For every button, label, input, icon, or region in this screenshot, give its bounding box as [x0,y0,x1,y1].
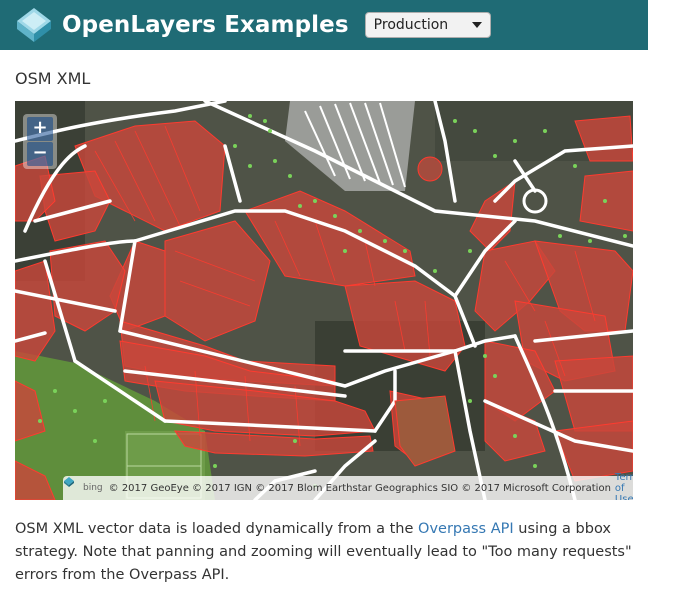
satellite-map-canvas[interactable] [15,101,633,500]
caret-down-icon [471,22,482,28]
page-title: OSM XML [15,69,91,88]
attribution-text: © 2017 GeoEye © 2017 IGN © 2017 Blom Ear… [108,482,611,494]
version-select[interactable]: Production [364,12,491,38]
zoom-out-button[interactable]: − [27,142,53,166]
map-viewport[interactable]: + − bing © 2017 GeoEye © 2017 IGN © 2017… [15,101,633,500]
top-navbar: OpenLayers Examples Production [0,0,648,50]
map-attribution: bing © 2017 GeoEye © 2017 IGN © 2017 Blo… [63,472,633,500]
zoom-in-button[interactable]: + [27,117,53,141]
overpass-api-link[interactable]: Overpass API [418,521,514,537]
example-description: OSM XML vector data is loaded dynamicall… [15,518,635,587]
bing-logo-icon: bing [83,483,103,493]
openlayers-logo-icon[interactable] [14,5,54,45]
description-text-1: OSM XML vector data is loaded dynamicall… [15,521,419,537]
zoom-controls: + − [23,114,57,169]
version-select-value: Production [373,17,449,33]
brand-title[interactable]: OpenLayers Examples [62,12,349,38]
terms-of-use-link[interactable]: Terms of Use [615,472,633,501]
attribution-collapse-icon[interactable] [63,476,75,488]
